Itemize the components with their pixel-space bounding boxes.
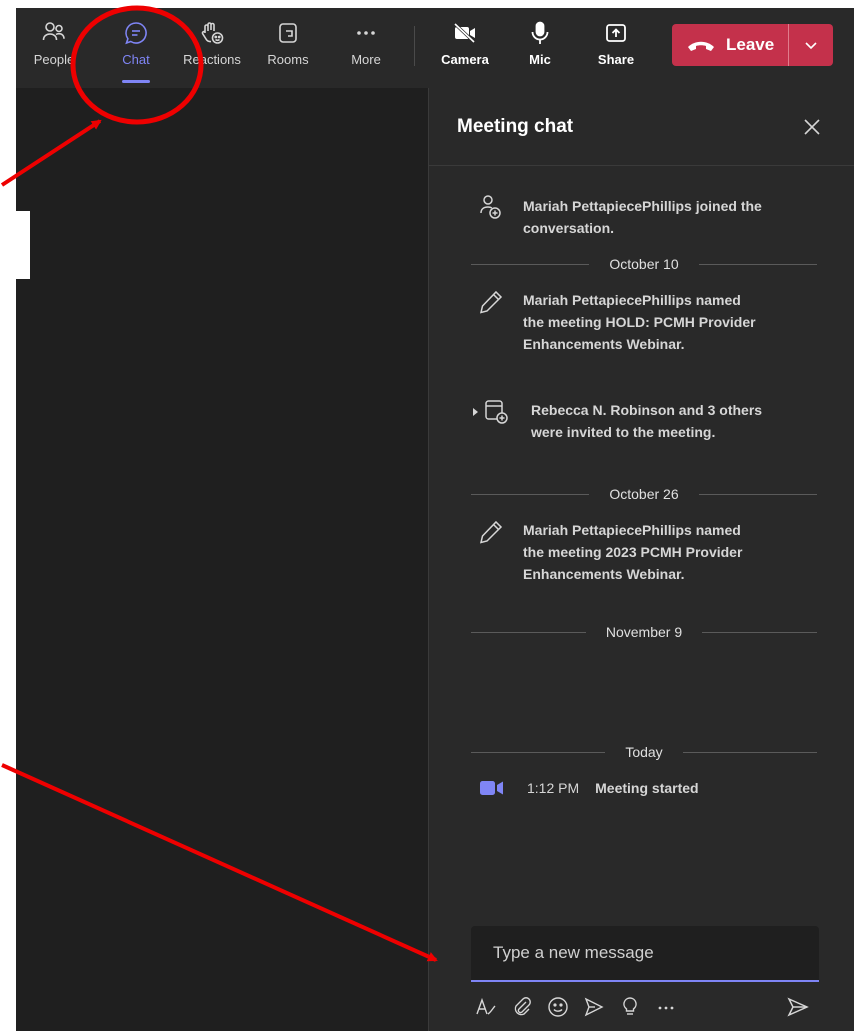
people-icon [42, 22, 65, 41]
more-label: More [351, 52, 381, 67]
people-button[interactable]: People [34, 8, 74, 88]
meeting-started-event: 1:12 PM Meeting started [479, 776, 699, 800]
reactions-button[interactable]: Reactions [180, 8, 244, 88]
active-tab-indicator [122, 80, 150, 83]
meeting-stage [16, 88, 428, 1031]
person-join-icon [480, 195, 501, 219]
composer-toolbar [475, 992, 821, 1022]
date-label: November 9 [585, 624, 703, 640]
leave-main-button[interactable]: Leave [672, 24, 788, 66]
format-icon[interactable] [475, 996, 497, 1018]
share-icon [606, 24, 626, 42]
chevron-down-icon [805, 42, 817, 50]
date-separator: Today [471, 741, 817, 763]
chat-header: Meeting chat [429, 88, 854, 166]
date-label: Today [605, 744, 683, 760]
leave-options-button[interactable] [789, 40, 833, 50]
chat-icon [125, 22, 147, 45]
message-input[interactable] [471, 926, 819, 980]
date-separator: November 9 [471, 621, 817, 643]
camera-off-icon [453, 22, 476, 44]
date-separator: October 26 [471, 483, 817, 505]
chat-title: Meeting chat [457, 116, 574, 137]
message-composer [471, 926, 819, 982]
mic-button[interactable]: Mic [522, 8, 558, 88]
date-separator: October 10 [471, 253, 817, 275]
stage-overlay-panel [16, 211, 30, 279]
emoji-icon[interactable] [547, 996, 569, 1018]
chat-button[interactable]: Chat [112, 8, 160, 88]
meeting-started-text: Meeting started [595, 780, 699, 796]
chat-label: Chat [122, 52, 150, 67]
toolbar-divider [414, 26, 415, 66]
leave-button: Leave [672, 24, 833, 66]
chat-event-text: Rebecca N. Robinson and 3 others were in… [531, 402, 763, 440]
date-label: October 10 [589, 256, 699, 272]
meeting-start-time: 1:12 PM [527, 780, 580, 796]
expand-caret-icon[interactable] [473, 408, 478, 416]
lightbulb-icon[interactable] [619, 996, 641, 1018]
share-button[interactable]: Share [594, 8, 638, 88]
hang-up-icon [688, 41, 714, 51]
rooms-label: Rooms [267, 52, 309, 67]
more-options-icon[interactable] [655, 996, 677, 1018]
more-button[interactable]: More [344, 8, 388, 88]
raise-hand-icon [201, 22, 224, 44]
calendar-invite-icon [485, 400, 508, 424]
meeting-toolbar: People Chat Reactions Rooms More Camera … [16, 8, 854, 88]
more-icon [357, 31, 375, 35]
mic-label: Mic [529, 52, 551, 67]
camera-button[interactable]: Camera [436, 8, 494, 88]
meeting-chat-panel: Meeting chat Mariah PettapiecePhillips j… [428, 88, 854, 1031]
close-icon[interactable] [801, 116, 823, 138]
chat-event-text: Mariah PettapiecePhillips joined the con… [523, 198, 762, 236]
video-camera-icon [480, 781, 503, 795]
rooms-icon [279, 23, 297, 43]
pencil-icon [479, 520, 503, 544]
schedule-send-icon[interactable] [583, 996, 605, 1018]
send-icon[interactable] [787, 996, 809, 1018]
share-label: Share [597, 52, 635, 67]
chat-event-text: Mariah PettapiecePhillips named the meet… [523, 292, 756, 352]
rooms-button[interactable]: Rooms [264, 8, 312, 88]
attach-icon[interactable] [511, 996, 533, 1018]
reactions-label: Reactions [183, 52, 241, 67]
mic-icon [531, 21, 549, 44]
date-label: October 26 [589, 486, 699, 502]
camera-label: Camera [441, 52, 489, 67]
people-label: People [33, 52, 75, 67]
chat-event-text: Mariah PettapiecePhillips named the meet… [523, 522, 743, 582]
leave-label: Leave [726, 35, 775, 54]
pencil-icon [479, 290, 503, 314]
